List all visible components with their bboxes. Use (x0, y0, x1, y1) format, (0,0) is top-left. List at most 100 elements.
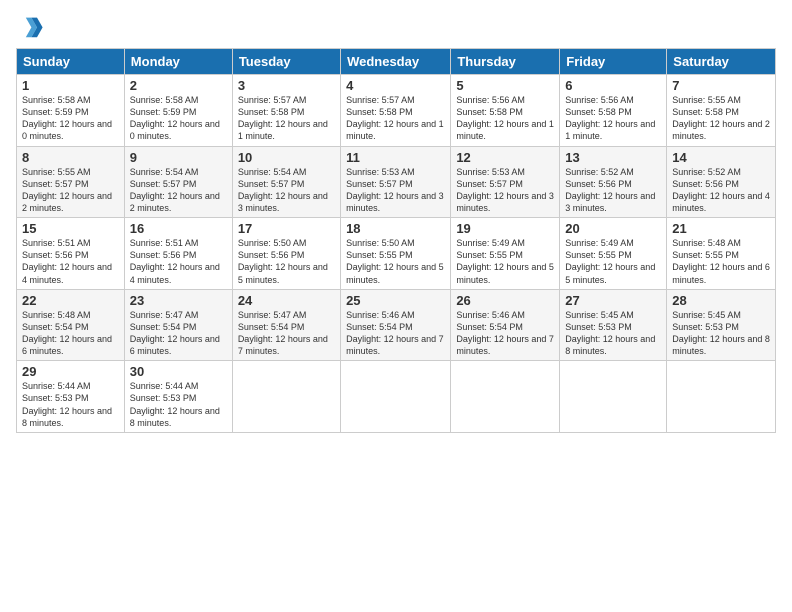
table-row: 22 Sunrise: 5:48 AM Sunset: 5:54 PM Dayl… (17, 289, 776, 361)
day-number: 22 (22, 293, 119, 308)
sunset-label: Sunset: 5:53 PM (672, 322, 739, 332)
calendar-cell: 5 Sunrise: 5:56 AM Sunset: 5:58 PM Dayli… (451, 75, 560, 147)
calendar-cell: 14 Sunrise: 5:52 AM Sunset: 5:56 PM Dayl… (667, 146, 776, 218)
day-info: Sunrise: 5:50 AM Sunset: 5:56 PM Dayligh… (238, 237, 335, 286)
sunrise-label: Sunrise: 5:58 AM (130, 95, 199, 105)
day-number: 20 (565, 221, 661, 236)
sunset-label: Sunset: 5:55 PM (346, 250, 413, 260)
day-info: Sunrise: 5:57 AM Sunset: 5:58 PM Dayligh… (346, 94, 445, 143)
daylight-label: Daylight: 12 hours and 6 minutes. (672, 262, 770, 284)
sunrise-label: Sunrise: 5:57 AM (238, 95, 307, 105)
calendar-cell (232, 361, 340, 433)
daylight-label: Daylight: 12 hours and 4 minutes. (672, 191, 770, 213)
calendar-cell: 18 Sunrise: 5:50 AM Sunset: 5:55 PM Dayl… (341, 218, 451, 290)
col-wednesday: Wednesday (341, 49, 451, 75)
sunrise-label: Sunrise: 5:44 AM (22, 381, 91, 391)
day-info: Sunrise: 5:48 AM Sunset: 5:54 PM Dayligh… (22, 309, 119, 358)
daylight-label: Daylight: 12 hours and 1 minute. (456, 119, 554, 141)
page-container: Sunday Monday Tuesday Wednesday Thursday… (0, 0, 792, 612)
day-info: Sunrise: 5:44 AM Sunset: 5:53 PM Dayligh… (130, 380, 227, 429)
calendar-cell: 7 Sunrise: 5:55 AM Sunset: 5:58 PM Dayli… (667, 75, 776, 147)
col-saturday: Saturday (667, 49, 776, 75)
day-number: 27 (565, 293, 661, 308)
day-info: Sunrise: 5:52 AM Sunset: 5:56 PM Dayligh… (565, 166, 661, 215)
sunset-label: Sunset: 5:54 PM (238, 322, 305, 332)
calendar-cell (341, 361, 451, 433)
daylight-label: Daylight: 12 hours and 1 minute. (238, 119, 328, 141)
sunrise-label: Sunrise: 5:44 AM (130, 381, 199, 391)
daylight-label: Daylight: 12 hours and 8 minutes. (672, 334, 770, 356)
sunrise-label: Sunrise: 5:52 AM (565, 167, 634, 177)
daylight-label: Daylight: 12 hours and 5 minutes. (238, 262, 328, 284)
sunset-label: Sunset: 5:54 PM (22, 322, 89, 332)
calendar-cell: 22 Sunrise: 5:48 AM Sunset: 5:54 PM Dayl… (17, 289, 125, 361)
day-number: 29 (22, 364, 119, 379)
sunrise-label: Sunrise: 5:53 AM (346, 167, 415, 177)
sunset-label: Sunset: 5:58 PM (346, 107, 413, 117)
sunset-label: Sunset: 5:56 PM (238, 250, 305, 260)
calendar-cell: 29 Sunrise: 5:44 AM Sunset: 5:53 PM Dayl… (17, 361, 125, 433)
daylight-label: Daylight: 12 hours and 5 minutes. (456, 262, 554, 284)
sunset-label: Sunset: 5:58 PM (456, 107, 523, 117)
day-info: Sunrise: 5:52 AM Sunset: 5:56 PM Dayligh… (672, 166, 770, 215)
calendar-cell: 10 Sunrise: 5:54 AM Sunset: 5:57 PM Dayl… (232, 146, 340, 218)
calendar-cell: 23 Sunrise: 5:47 AM Sunset: 5:54 PM Dayl… (124, 289, 232, 361)
sunrise-label: Sunrise: 5:58 AM (22, 95, 91, 105)
day-info: Sunrise: 5:47 AM Sunset: 5:54 PM Dayligh… (130, 309, 227, 358)
day-number: 16 (130, 221, 227, 236)
day-number: 30 (130, 364, 227, 379)
calendar-cell: 21 Sunrise: 5:48 AM Sunset: 5:55 PM Dayl… (667, 218, 776, 290)
sunrise-label: Sunrise: 5:50 AM (238, 238, 307, 248)
header-row: Sunday Monday Tuesday Wednesday Thursday… (17, 49, 776, 75)
day-number: 23 (130, 293, 227, 308)
sunrise-label: Sunrise: 5:48 AM (672, 238, 741, 248)
day-info: Sunrise: 5:48 AM Sunset: 5:55 PM Dayligh… (672, 237, 770, 286)
sunset-label: Sunset: 5:56 PM (565, 179, 632, 189)
daylight-label: Daylight: 12 hours and 5 minutes. (346, 262, 444, 284)
sunset-label: Sunset: 5:58 PM (565, 107, 632, 117)
sunset-label: Sunset: 5:54 PM (130, 322, 197, 332)
day-info: Sunrise: 5:58 AM Sunset: 5:59 PM Dayligh… (22, 94, 119, 143)
day-number: 15 (22, 221, 119, 236)
calendar-cell: 15 Sunrise: 5:51 AM Sunset: 5:56 PM Dayl… (17, 218, 125, 290)
day-number: 25 (346, 293, 445, 308)
sunrise-label: Sunrise: 5:53 AM (456, 167, 525, 177)
day-number: 13 (565, 150, 661, 165)
sunrise-label: Sunrise: 5:51 AM (22, 238, 91, 248)
sunset-label: Sunset: 5:55 PM (456, 250, 523, 260)
sunset-label: Sunset: 5:57 PM (130, 179, 197, 189)
table-row: 29 Sunrise: 5:44 AM Sunset: 5:53 PM Dayl… (17, 361, 776, 433)
day-info: Sunrise: 5:44 AM Sunset: 5:53 PM Dayligh… (22, 380, 119, 429)
sunset-label: Sunset: 5:53 PM (565, 322, 632, 332)
calendar-cell: 13 Sunrise: 5:52 AM Sunset: 5:56 PM Dayl… (560, 146, 667, 218)
daylight-label: Daylight: 12 hours and 4 minutes. (22, 262, 112, 284)
calendar-cell (667, 361, 776, 433)
daylight-label: Daylight: 12 hours and 3 minutes. (565, 191, 655, 213)
day-info: Sunrise: 5:54 AM Sunset: 5:57 PM Dayligh… (130, 166, 227, 215)
sunset-label: Sunset: 5:53 PM (22, 393, 89, 403)
daylight-label: Daylight: 12 hours and 3 minutes. (346, 191, 444, 213)
day-number: 19 (456, 221, 554, 236)
day-info: Sunrise: 5:58 AM Sunset: 5:59 PM Dayligh… (130, 94, 227, 143)
sunset-label: Sunset: 5:58 PM (672, 107, 739, 117)
daylight-label: Daylight: 12 hours and 2 minutes. (130, 191, 220, 213)
calendar-header: Sunday Monday Tuesday Wednesday Thursday… (17, 49, 776, 75)
calendar-cell: 2 Sunrise: 5:58 AM Sunset: 5:59 PM Dayli… (124, 75, 232, 147)
day-number: 9 (130, 150, 227, 165)
sunset-label: Sunset: 5:59 PM (130, 107, 197, 117)
sunset-label: Sunset: 5:59 PM (22, 107, 89, 117)
day-number: 24 (238, 293, 335, 308)
sunrise-label: Sunrise: 5:50 AM (346, 238, 415, 248)
day-number: 21 (672, 221, 770, 236)
daylight-label: Daylight: 12 hours and 0 minutes. (130, 119, 220, 141)
sunrise-label: Sunrise: 5:54 AM (238, 167, 307, 177)
day-number: 6 (565, 78, 661, 93)
page-header (16, 12, 776, 40)
daylight-label: Daylight: 12 hours and 8 minutes. (565, 334, 655, 356)
calendar-cell: 17 Sunrise: 5:50 AM Sunset: 5:56 PM Dayl… (232, 218, 340, 290)
day-info: Sunrise: 5:49 AM Sunset: 5:55 PM Dayligh… (456, 237, 554, 286)
day-info: Sunrise: 5:49 AM Sunset: 5:55 PM Dayligh… (565, 237, 661, 286)
sunset-label: Sunset: 5:56 PM (672, 179, 739, 189)
col-monday: Monday (124, 49, 232, 75)
sunset-label: Sunset: 5:56 PM (130, 250, 197, 260)
